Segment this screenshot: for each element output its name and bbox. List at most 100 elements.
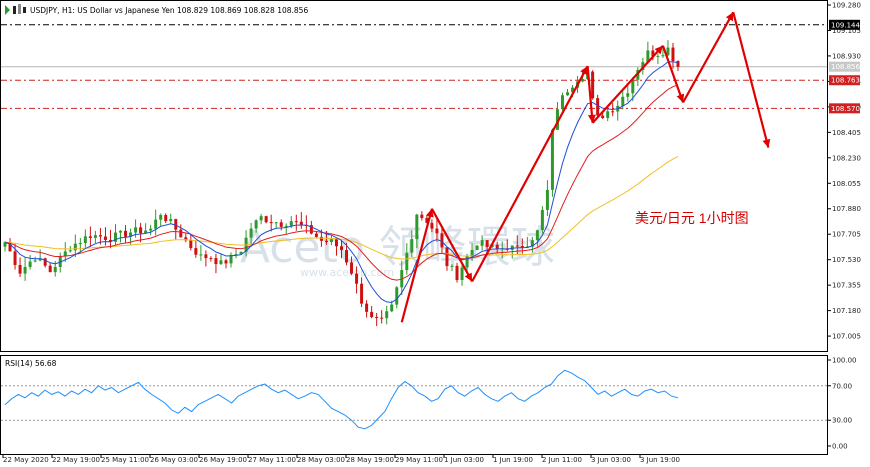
candle-body: [169, 219, 173, 222]
candle-body: [435, 228, 439, 234]
candle-body: [430, 222, 434, 229]
time-tick-label: 26 May 03:00: [150, 456, 198, 464]
time-axis: 22 May 2020 22 May 19:00 25 May 11:00 26 Ma…: [2, 455, 680, 464]
candle-body: [606, 111, 610, 118]
candle-body: [631, 79, 635, 94]
candle-body: [324, 240, 328, 243]
candle-body: [626, 93, 630, 97]
candle-body: [455, 265, 459, 280]
candle-body: [550, 129, 554, 190]
candle-body: [199, 254, 203, 256]
candle-body: [465, 256, 469, 268]
rsi-chart-frame: [0, 355, 828, 455]
candle-body: [566, 92, 570, 96]
candle-body: [219, 260, 223, 265]
time-tick-label: 2 Jun 11:00: [542, 456, 582, 464]
candle-body: [294, 221, 298, 223]
candle-body: [591, 71, 595, 99]
rsi-tick-label: 100.00: [832, 357, 857, 365]
candle-body: [440, 233, 444, 248]
candle-body: [319, 236, 323, 241]
price-tick-label: 108.405: [832, 129, 861, 137]
candle-body: [103, 236, 107, 240]
price-level-label: 108.570: [831, 105, 860, 113]
time-tick-label: 25 May 11:00: [101, 456, 149, 464]
candle-body: [28, 261, 32, 267]
candle-body: [676, 61, 680, 67]
candle-body: [18, 264, 22, 274]
candle-body: [149, 228, 153, 231]
candle-body: [380, 317, 384, 319]
candle-body: [204, 254, 208, 259]
chart-svg: Aceto 领峰環球 www.acetop.com USDJPY, H1: US…: [0, 0, 861, 464]
price-axis: 109.280109.105108.930108.755108.580108.4…: [827, 2, 861, 341]
candle-body: [93, 235, 97, 238]
candle-body: [410, 239, 414, 253]
candle-body: [279, 222, 283, 227]
candle-body: [194, 248, 198, 255]
candle-body: [545, 189, 549, 210]
time-tick-label: 22 May 19:00: [52, 456, 100, 464]
price-tick-label: 107.530: [832, 256, 861, 264]
chart-annotation: 美元/日元 1小时图: [635, 210, 749, 226]
candle-body: [179, 229, 183, 238]
candle-body: [78, 243, 82, 245]
candle-body: [671, 47, 675, 62]
candle-body: [334, 239, 338, 247]
candle-body: [189, 240, 193, 249]
candle-body: [611, 111, 615, 113]
candle-body: [249, 228, 253, 238]
time-tick-label: 3 Jun 03:00: [591, 456, 631, 464]
candle-body: [345, 250, 349, 263]
candle-body: [289, 221, 293, 226]
candle-body: [385, 311, 389, 319]
candle-body: [340, 246, 343, 251]
candle-body: [596, 98, 600, 116]
candle-body: [33, 260, 37, 262]
candle-body: [224, 260, 228, 264]
candle-body: [480, 240, 484, 246]
candle-body: [420, 214, 424, 218]
candle-body: [264, 216, 268, 223]
candle-body: [390, 304, 394, 312]
candle-body: [23, 266, 27, 274]
candle-body: [274, 222, 278, 224]
candle-body: [209, 258, 213, 260]
candle-body: [350, 262, 354, 274]
candle-body: [83, 236, 87, 244]
candle-body: [53, 267, 57, 273]
candle-body: [475, 245, 479, 251]
candle-body: [259, 216, 263, 221]
candle-body: [269, 222, 273, 224]
candle-body: [48, 265, 52, 273]
candle-body: [535, 230, 539, 241]
candle-body: [98, 235, 102, 237]
candle-body: [370, 311, 374, 318]
price-tick-label: 107.880: [832, 205, 861, 213]
price-level-label: 109.144: [831, 21, 860, 29]
candle-body: [68, 250, 72, 252]
candle-body: [485, 240, 489, 247]
candle-body: [88, 236, 92, 238]
price-tick-label: 108.230: [832, 154, 861, 162]
candle-body: [329, 239, 333, 243]
time-tick-label: 29 May 11:00: [395, 456, 443, 464]
time-tick-label: 1 Jun 03:00: [444, 456, 484, 464]
price-tick-label: 109.280: [832, 2, 861, 10]
current-price-label: 108.856: [831, 63, 860, 71]
symbol-header: USDJPY, H1: US Dollar vs Japanese Yen 10…: [5, 4, 308, 15]
rsi-tick-label: 70.00: [832, 382, 852, 390]
price-tick-label: 108.930: [832, 52, 861, 60]
time-tick-label: 3 Jun 19:00: [640, 456, 680, 464]
candle-body: [159, 215, 163, 220]
candle-body: [360, 283, 364, 304]
price-tick-label: 108.055: [832, 180, 861, 188]
candle-body: [164, 215, 168, 222]
candle-body: [314, 233, 318, 237]
candle-body: [560, 95, 564, 110]
candle-body: [515, 245, 519, 247]
candle-body: [13, 251, 17, 265]
candle-body: [214, 258, 218, 265]
candle-icon: [13, 6, 16, 14]
price-level-label: 108.763: [831, 77, 860, 85]
